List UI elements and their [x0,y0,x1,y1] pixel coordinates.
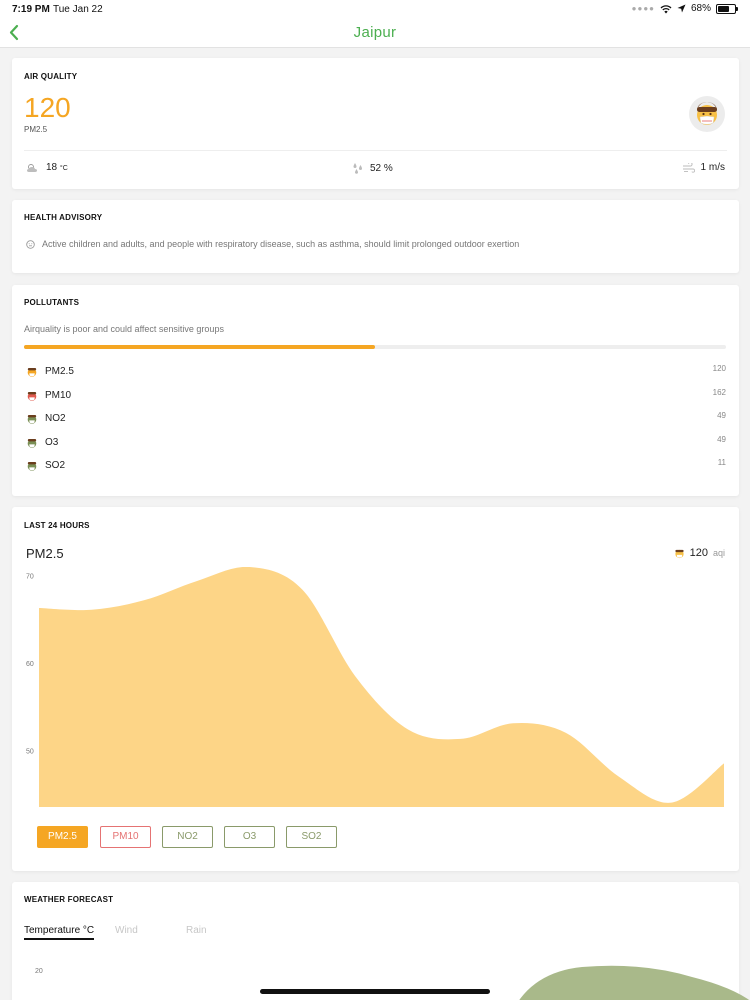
battery-percent: 68% [690,3,711,14]
pollutant-value: 11 [717,458,726,467]
pollutant-name: PM2.5 [45,366,74,377]
tab-pm10[interactable]: PM10 [100,826,151,848]
tab-rain[interactable]: Rain [186,925,207,936]
status-bar: 7:19 PM Tue Jan 22 ●●●● 68% [0,0,750,20]
temperature-unit: °C [59,165,68,172]
pollutant-value: 162 [712,387,726,397]
pollutant-face-icon [26,436,38,448]
pollutants-card: POLLUTANTS Airquality is poor and could … [12,285,739,496]
pollutant-row: SO2 11 [26,458,726,474]
temperature-metric: 18 °C [26,162,68,173]
battery-icon [716,3,738,14]
navigation-bar: Jaipur [0,20,750,48]
page-title: Jaipur [353,24,397,41]
pollutant-row: PM2.5 120 [26,364,726,380]
pollutant-name: SO2 [45,460,66,471]
forecast-y-tick: 20 [35,968,43,975]
weather-forecast-heading: WEATHER FORECAST [24,895,114,904]
chart-title: PM2.5 [26,546,64,561]
pollutant-row: O3 49 [26,435,726,451]
health-advisory-text: Active children and adults, and people w… [42,239,520,249]
humidity-value: 52 % [370,162,393,174]
masked-face-icon [689,96,725,132]
pollutants-description: Airquality is poor and could affect sens… [24,324,224,334]
wind-value: 1 m/s [700,162,725,173]
location-arrow-icon [677,4,686,13]
chart-aqi-unit: aqi [712,548,725,558]
weather-forecast-card: WEATHER FORECAST Temperature °C Wind Rai… [12,882,750,1000]
health-advisory-heading: HEALTH ADVISORY [24,213,103,222]
tab-so2[interactable]: SO2 [286,826,337,848]
last-24-hours-card: LAST 24 HOURS PM2.5 120 aqi 50 60 70 PM2.5… [12,507,739,871]
pollutant-name: O3 [45,436,59,448]
tab-o3[interactable]: O3 [224,826,275,848]
air-quality-heading: AIR QUALITY [24,72,78,81]
masked-face-icon [675,549,684,558]
chart-area-series [39,567,724,807]
air-quality-card: AIR QUALITY 120 PM2.5 18 °C 52 % 1 m/s [12,58,739,189]
cloud-sun-icon [27,163,37,172]
last-24-hours-heading: LAST 24 HOURS [24,521,90,530]
pollutant-face-icon [26,389,38,401]
temperature-value: 18 [46,162,58,173]
humidity-metric: 52 % [352,162,393,174]
tab-no2[interactable]: NO2 [162,826,213,848]
droplets-icon [353,163,362,174]
status-time: 7:19 PM [12,4,50,15]
chart-aqi-value: 120 [689,547,708,559]
forecast-area-chart [519,965,750,1000]
chart-aqi-readout: 120 aqi [674,547,725,559]
pm25-area-chart: 50 60 70 [26,567,724,807]
health-advisory-card: HEALTH ADVISORY Active children and adul… [12,200,739,273]
pollutant-row: PM10 162 [26,388,726,404]
info-face-icon [26,239,35,249]
pollutant-name: PM10 [45,389,72,401]
tab-wind[interactable]: Wind [115,925,138,936]
y-tick-label: 50 [26,748,34,755]
air-quality-divider [24,150,727,151]
pollutant-value: 49 [717,411,726,420]
pollutant-value: 120 [712,364,726,373]
pollutant-value: 49 [717,434,726,444]
health-advisory-row: Active children and adults, and people w… [26,239,519,249]
signal-dots-icon: ●●●● [631,4,655,13]
pollutant-face-icon [26,412,38,424]
pollutant-name: NO2 [45,413,66,424]
wind-icon [682,162,695,173]
pollutants-level-fill [24,345,375,349]
pollutants-level-bar [24,345,726,349]
status-date: Tue Jan 22 [53,4,103,15]
wind-metric: 1 m/s [682,162,725,173]
wifi-icon [660,4,672,13]
tab-temperature[interactable]: Temperature °C [24,925,95,940]
aqi-unit: PM2.5 [24,125,48,134]
pollutant-row: NO2 49 [26,411,726,427]
chart-y-ticks: 50 60 70 [26,574,34,756]
pollutant-face-icon [26,365,38,377]
home-indicator [260,989,490,994]
pollutants-heading: POLLUTANTS [24,298,80,307]
tab-pm25[interactable]: PM2.5 [37,826,88,848]
y-tick-label: 60 [26,661,34,668]
y-tick-label: 70 [26,574,34,581]
status-indicators: ●●●● 68% [631,3,738,14]
pollutant-face-icon [26,459,38,471]
aqi-value: 120 [24,92,71,123]
